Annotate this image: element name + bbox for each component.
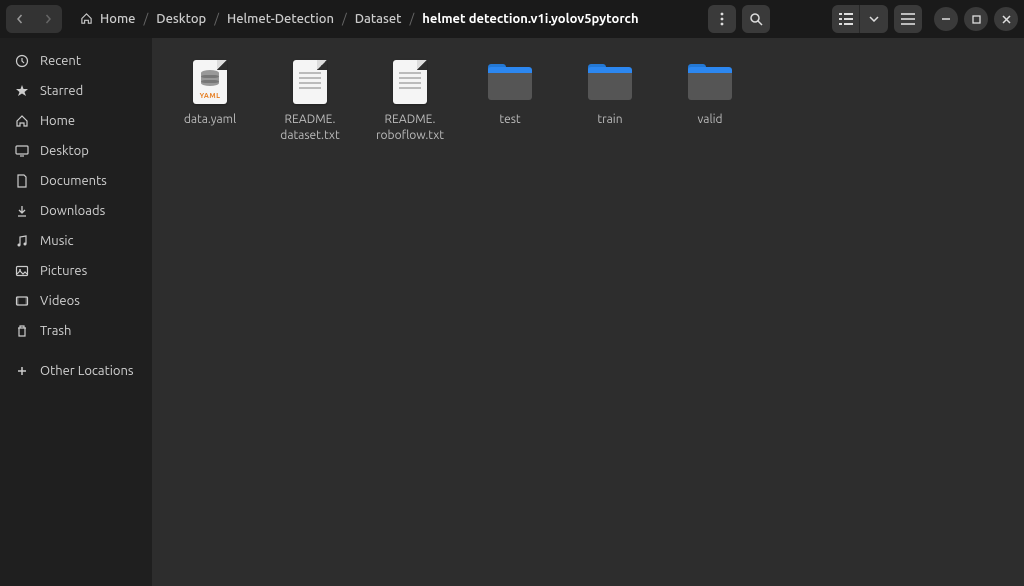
- breadcrumb-dataset[interactable]: Dataset: [351, 8, 406, 30]
- folder-icon: [486, 58, 534, 106]
- file-label: data.yaml: [184, 112, 236, 128]
- sidebar-item-label: Videos: [40, 294, 80, 308]
- kebab-icon: [720, 12, 724, 26]
- sidebar-item-label: Downloads: [40, 204, 105, 218]
- picture-icon: [14, 263, 30, 279]
- file-item[interactable]: train: [560, 54, 660, 147]
- list-view-button[interactable]: [832, 5, 860, 33]
- chevron-down-icon: [869, 16, 879, 22]
- download-icon: [14, 203, 30, 219]
- folder-icon: [686, 58, 734, 106]
- hamburger-button[interactable]: [894, 5, 922, 33]
- yaml-file-icon: YAML: [186, 58, 234, 106]
- home-icon: [14, 113, 30, 129]
- breadcrumb-separator: /: [143, 12, 148, 26]
- file-item[interactable]: README.dataset.txt: [260, 54, 360, 147]
- file-label: test: [499, 112, 520, 128]
- sidebar-item-downloads[interactable]: Downloads: [0, 196, 152, 226]
- home-icon: [80, 12, 93, 25]
- file-label: README.roboflow.txt: [376, 112, 444, 143]
- breadcrumb-separator: /: [410, 12, 415, 26]
- file-label: README.dataset.txt: [280, 112, 339, 143]
- plus-icon: [14, 363, 30, 379]
- search-icon: [749, 12, 763, 26]
- sidebar: Recent Starred Home Desktop Documents Do…: [0, 38, 152, 586]
- sidebar-item-home[interactable]: Home: [0, 106, 152, 136]
- back-button[interactable]: [6, 5, 34, 33]
- sidebar-item-label: Trash: [40, 324, 71, 338]
- trash-icon: [14, 323, 30, 339]
- sidebar-item-documents[interactable]: Documents: [0, 166, 152, 196]
- sidebar-item-label: Desktop: [40, 144, 89, 158]
- breadcrumb-desktop[interactable]: Desktop: [152, 8, 210, 30]
- view-mode-group: [832, 5, 888, 33]
- search-button[interactable]: [742, 5, 770, 33]
- text-file-icon: [286, 58, 334, 106]
- hamburger-icon: [901, 13, 915, 25]
- breadcrumb-label: Home: [100, 12, 135, 26]
- close-button[interactable]: [994, 7, 1018, 31]
- music-icon: [14, 233, 30, 249]
- sidebar-item-videos[interactable]: Videos: [0, 286, 152, 316]
- file-label: valid: [697, 112, 722, 128]
- sidebar-item-label: Documents: [40, 174, 107, 188]
- file-item[interactable]: README.roboflow.txt: [360, 54, 460, 147]
- menu-button[interactable]: [708, 5, 736, 33]
- forward-button[interactable]: [34, 5, 62, 33]
- sidebar-item-desktop[interactable]: Desktop: [0, 136, 152, 166]
- video-icon: [14, 293, 30, 309]
- breadcrumb-separator: /: [214, 12, 219, 26]
- breadcrumb-separator: /: [342, 12, 347, 26]
- sidebar-item-label: Music: [40, 234, 74, 248]
- titlebar: Home / Desktop / Helmet-Detection / Data…: [0, 0, 1024, 38]
- file-item[interactable]: YAML data.yaml: [160, 54, 260, 147]
- sidebar-item-music[interactable]: Music: [0, 226, 152, 256]
- file-item[interactable]: test: [460, 54, 560, 147]
- clock-icon: [14, 53, 30, 69]
- minimize-button[interactable]: [934, 7, 958, 31]
- view-dropdown-button[interactable]: [860, 5, 888, 33]
- document-icon: [14, 173, 30, 189]
- breadcrumb: Home / Desktop / Helmet-Detection / Data…: [68, 8, 702, 30]
- sidebar-item-pictures[interactable]: Pictures: [0, 256, 152, 286]
- list-icon: [839, 13, 853, 25]
- breadcrumb-home[interactable]: Home: [76, 8, 139, 30]
- maximize-button[interactable]: [964, 7, 988, 31]
- desktop-icon: [14, 143, 30, 159]
- sidebar-item-starred[interactable]: Starred: [0, 76, 152, 106]
- sidebar-item-label: Starred: [40, 84, 83, 98]
- breadcrumb-helmet-detection[interactable]: Helmet-Detection: [223, 8, 338, 30]
- sidebar-item-label: Home: [40, 114, 75, 128]
- text-file-icon: [386, 58, 434, 106]
- main-area: Recent Starred Home Desktop Documents Do…: [0, 38, 1024, 586]
- file-grid[interactable]: YAML data.yaml README.dataset.txt README.ro…: [152, 38, 1024, 586]
- chevron-left-icon: [15, 14, 25, 24]
- file-item[interactable]: valid: [660, 54, 760, 147]
- star-icon: [14, 83, 30, 99]
- nav-buttons: [6, 5, 62, 33]
- folder-icon: [586, 58, 634, 106]
- sidebar-item-label: Recent: [40, 54, 81, 68]
- sidebar-item-recent[interactable]: Recent: [0, 46, 152, 76]
- window-controls: [934, 7, 1018, 31]
- chevron-right-icon: [43, 14, 53, 24]
- minimize-icon: [941, 18, 951, 20]
- maximize-icon: [972, 15, 981, 24]
- close-icon: [1002, 15, 1011, 24]
- sidebar-item-label: Other Locations: [40, 364, 134, 378]
- toolbar-right: [708, 5, 1018, 33]
- sidebar-item-other-locations[interactable]: Other Locations: [0, 356, 152, 386]
- sidebar-item-label: Pictures: [40, 264, 87, 278]
- breadcrumb-current[interactable]: helmet detection.v1i.yolov5pytorch: [418, 8, 642, 30]
- file-label: train: [597, 112, 622, 128]
- sidebar-item-trash[interactable]: Trash: [0, 316, 152, 346]
